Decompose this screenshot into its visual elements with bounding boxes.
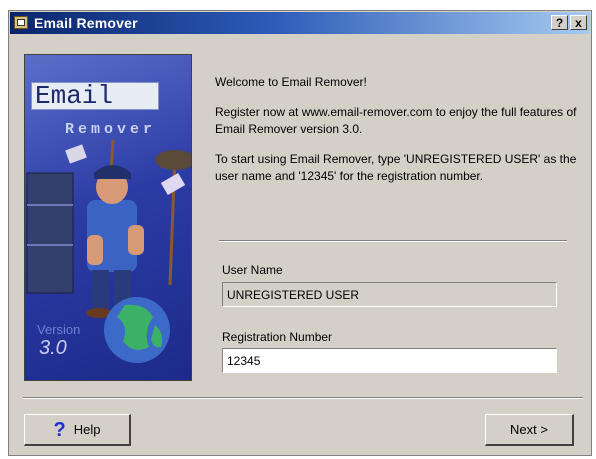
window-title: Email Remover bbox=[34, 15, 138, 31]
user-name-field[interactable] bbox=[222, 282, 557, 307]
instructions-paragraph: To start using Email Remover, type 'UNRE… bbox=[215, 152, 577, 183]
next-button-label: Next > bbox=[510, 422, 548, 437]
titlebar-help-button[interactable]: ? bbox=[551, 15, 568, 30]
logo-subtitle: Remover bbox=[65, 121, 157, 138]
email-remover-dialog: Email Remover ? x Email Remover Version … bbox=[8, 10, 592, 456]
help-button-label: Help bbox=[73, 422, 101, 437]
registration-number-label: Registration Number bbox=[222, 330, 333, 344]
close-button[interactable]: x bbox=[570, 15, 587, 30]
version-label: Version bbox=[37, 322, 81, 337]
file-cabinet-shape bbox=[26, 172, 74, 294]
button-divider bbox=[23, 397, 583, 399]
question-mark-icon: ? bbox=[53, 419, 66, 441]
version-number: 3.0 bbox=[39, 337, 67, 359]
title-bar[interactable]: Email Remover ? x bbox=[10, 12, 590, 34]
register-paragraph: Register now at www.email-remover.com to… bbox=[215, 105, 577, 136]
form-divider bbox=[219, 240, 567, 242]
next-button[interactable]: Next > bbox=[485, 414, 574, 446]
app-icon bbox=[14, 16, 28, 29]
user-name-label: User Name bbox=[222, 263, 283, 277]
welcome-text-area: Welcome to Email Remover! Register now a… bbox=[215, 74, 581, 198]
registration-number-field[interactable] bbox=[222, 348, 557, 373]
splash-image-panel: Email Remover Version 3.0 bbox=[24, 54, 192, 381]
help-button[interactable]: ? Help bbox=[24, 414, 131, 446]
logo-title: Email bbox=[31, 82, 159, 110]
welcome-heading: Welcome to Email Remover! bbox=[215, 75, 367, 89]
